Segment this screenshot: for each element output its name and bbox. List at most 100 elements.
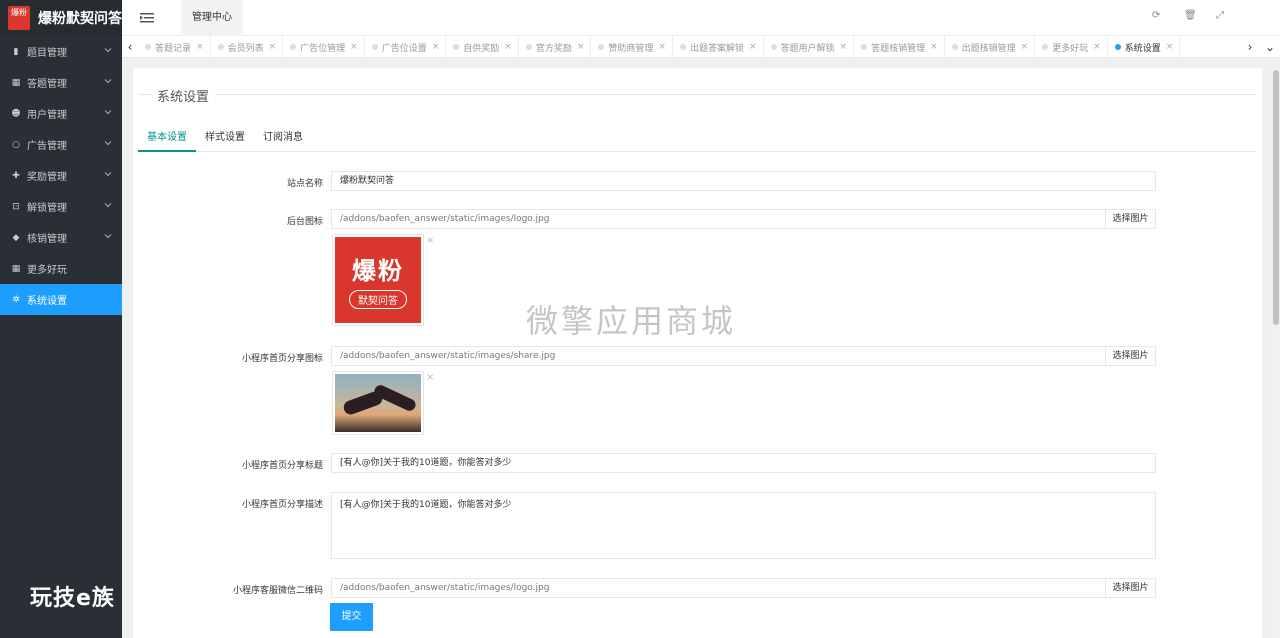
refresh-icon[interactable]: ⟳ bbox=[1152, 11, 1162, 21]
logo-preview-big: 爆粉 bbox=[352, 257, 404, 285]
page-title: 系统设置 bbox=[151, 86, 216, 105]
tab-label: 广告位管理 bbox=[300, 43, 346, 54]
sidebar-item-label: 答题管理 bbox=[27, 79, 67, 90]
tab-label: 自供奖励 bbox=[463, 43, 500, 54]
sidebar-item-0[interactable]: ▮ 题目管理 bbox=[0, 36, 122, 67]
site-name-input[interactable]: 爆粉默契问答 bbox=[331, 171, 1156, 191]
tab-close-icon[interactable]: × bbox=[749, 42, 757, 52]
share-icon-pick-button[interactable]: 选择图片 bbox=[1106, 346, 1156, 366]
tab-dot-icon bbox=[371, 44, 378, 50]
tab-12[interactable]: 系统设置 × bbox=[1108, 36, 1181, 58]
sidebar-item-label: 解锁管理 bbox=[27, 203, 67, 214]
sidebar-item-6[interactable]: ◆ 核销管理 bbox=[0, 222, 122, 253]
tab-close-icon[interactable]: × bbox=[658, 42, 666, 52]
sidebar-item-5[interactable]: ⊡ 解锁管理 bbox=[0, 191, 122, 222]
sidebar-nav: ▮ 题目管理 ▦ 答题管理 ☻ 用户管理 ○ 广告管理 ✚ 奖励管理 ⊡ 解锁管理 ◆ 核销管理 ▦ 更多好玩… bbox=[0, 36, 122, 315]
admin-icon-remove-icon[interactable]: × bbox=[426, 235, 434, 246]
chevron-down-icon bbox=[104, 234, 112, 239]
tab-7[interactable]: 出题答案解锁 × bbox=[673, 36, 764, 58]
tab-scroll-right-icon[interactable]: › bbox=[1242, 36, 1258, 58]
admin-icon-pick-button[interactable]: 选择图片 bbox=[1106, 209, 1156, 229]
tab-3[interactable]: 广告位设置 × bbox=[365, 36, 447, 58]
legend-line bbox=[138, 94, 1256, 95]
sidebar-item-1[interactable]: ▦ 答题管理 bbox=[0, 67, 122, 98]
calendar-icon: ▦ bbox=[11, 77, 21, 88]
tab-dropdown-icon[interactable]: ⌄ bbox=[1262, 36, 1278, 58]
tab-label: 会员列表 bbox=[227, 43, 264, 54]
tab-0[interactable]: 答题记录 × bbox=[138, 36, 211, 58]
corner-watermark: 玩技e族 bbox=[30, 586, 115, 611]
logo-preview-small: 默契问答 bbox=[349, 290, 407, 309]
gift-icon: ✚ bbox=[12, 170, 20, 181]
tab-close-icon[interactable]: × bbox=[504, 42, 512, 52]
tab-close-icon[interactable]: × bbox=[350, 42, 358, 52]
tab-close-icon[interactable]: × bbox=[1093, 42, 1101, 52]
tab-8[interactable]: 答题用户解锁 × bbox=[764, 36, 855, 58]
sidebar-item-label: 用户管理 bbox=[27, 110, 67, 121]
sidebar-item-label: 核销管理 bbox=[27, 234, 67, 245]
share-icon-input[interactable]: /addons/baofen_answer/static/images/shar… bbox=[331, 346, 1106, 366]
submit-button[interactable]: 提交 bbox=[330, 603, 373, 631]
tab-close-icon[interactable]: × bbox=[840, 42, 848, 52]
scrollbar-thumb[interactable] bbox=[1273, 70, 1279, 325]
subtab-2[interactable]: 订阅消息 bbox=[254, 130, 312, 152]
tab-label: 广告位设置 bbox=[381, 43, 427, 54]
tab-label: 出题答案解锁 bbox=[689, 43, 744, 54]
tab-2[interactable]: 广告位管理 × bbox=[283, 36, 365, 58]
share-desc-textarea[interactable]: [有人@你]关于我的10道题，你能答对多少 bbox=[331, 492, 1156, 559]
tab-dot-icon bbox=[290, 44, 297, 50]
tab-4[interactable]: 自供奖励 × bbox=[446, 36, 519, 58]
tab-label: 赞助商管理 bbox=[608, 43, 654, 54]
tab-label: 官方奖励 bbox=[535, 43, 572, 54]
center-watermark: 微擎应用商城 bbox=[526, 302, 737, 340]
qrcode-pick-button[interactable]: 选择图片 bbox=[1106, 578, 1156, 598]
share-icon-preview bbox=[332, 371, 424, 435]
tab-label: 答题记录 bbox=[155, 43, 192, 54]
chevron-down-icon bbox=[104, 79, 112, 84]
share-title-input[interactable]: [有人@你]关于我的10道题，你能答对多少 bbox=[331, 453, 1156, 473]
sidebar-item-4[interactable]: ✚ 奖励管理 bbox=[0, 160, 122, 191]
sidebar-item-2[interactable]: ☻ 用户管理 bbox=[0, 98, 122, 129]
tab-scroll-left-icon[interactable]: ‹ bbox=[122, 36, 138, 58]
menu-toggle-icon[interactable] bbox=[140, 12, 154, 24]
tab-dot-icon bbox=[861, 44, 868, 50]
sidebar-item-7[interactable]: ▦ 更多好玩 bbox=[0, 253, 122, 284]
chevron-down-icon bbox=[104, 203, 112, 208]
tab-close-icon[interactable]: × bbox=[432, 42, 440, 52]
tab-dot-icon bbox=[217, 44, 224, 50]
tab-10[interactable]: 出题核销管理 × bbox=[945, 36, 1036, 58]
circle-icon: ○ bbox=[12, 139, 20, 150]
top-tab-admin-center[interactable]: 管理中心 bbox=[181, 0, 243, 36]
qrcode-input[interactable]: /addons/baofen_answer/static/images/logo… bbox=[331, 578, 1106, 598]
tab-6[interactable]: 赞助商管理 × bbox=[591, 36, 673, 58]
share-title-label: 小程序首页分享标题 bbox=[241, 461, 323, 471]
tab-dot-icon bbox=[453, 44, 460, 50]
gear-icon: ✲ bbox=[12, 294, 20, 305]
subtab-0[interactable]: 基本设置 bbox=[138, 130, 196, 152]
fullscreen-icon[interactable]: ⤢ bbox=[1216, 11, 1226, 21]
admin-icon-preview: 爆粉 默契问答 bbox=[332, 234, 424, 326]
subtab-1[interactable]: 样式设置 bbox=[196, 130, 254, 152]
tab-dot-icon bbox=[679, 44, 686, 50]
tab-close-icon[interactable]: × bbox=[930, 42, 938, 52]
tab-close-icon[interactable]: × bbox=[196, 42, 204, 52]
tab-9[interactable]: 答题核销管理 × bbox=[854, 36, 945, 58]
top-actions: ⟳ 🗑 ⤢ bbox=[1152, 11, 1226, 21]
chevron-down-icon bbox=[104, 110, 112, 115]
tab-11[interactable]: 更多好玩 × bbox=[1035, 36, 1108, 58]
tab-close-icon[interactable]: × bbox=[577, 42, 585, 52]
tab-dot-icon bbox=[1042, 44, 1049, 50]
sidebar-item-3[interactable]: ○ 广告管理 bbox=[0, 129, 122, 160]
tab-5[interactable]: 官方奖励 × bbox=[519, 36, 592, 58]
tab-close-icon[interactable]: × bbox=[1166, 42, 1174, 52]
tab-1[interactable]: 会员列表 × bbox=[211, 36, 284, 58]
tab-close-icon[interactable]: × bbox=[269, 42, 277, 52]
tab-close-icon[interactable]: × bbox=[1021, 42, 1029, 52]
tab-dot-icon bbox=[525, 44, 532, 50]
sidebar-item-8[interactable]: ✲ 系统设置 bbox=[0, 284, 122, 315]
logo-bar[interactable]: 爆粉 爆粉默契问答 bbox=[0, 0, 122, 36]
cart-icon: ⊡ bbox=[12, 201, 20, 212]
share-icon-remove-icon[interactable]: × bbox=[426, 372, 434, 383]
admin-icon-input[interactable]: /addons/baofen_answer/static/images/logo… bbox=[331, 209, 1106, 229]
trash-icon[interactable]: 🗑 bbox=[1184, 11, 1197, 21]
